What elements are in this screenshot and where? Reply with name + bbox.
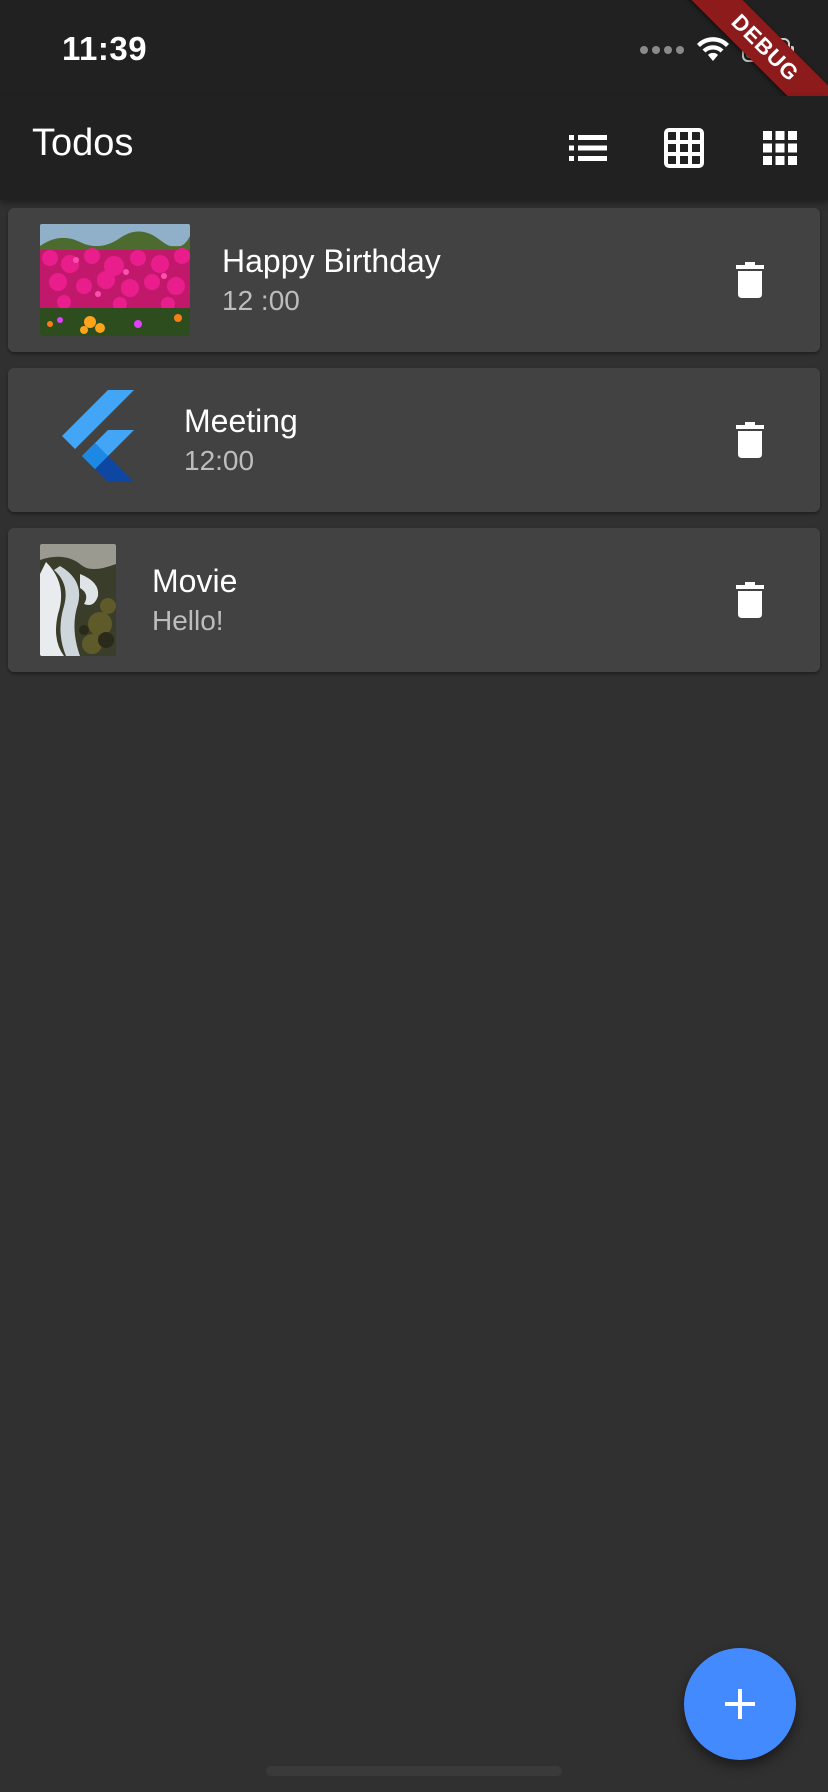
grid-view-button[interactable] — [636, 96, 732, 200]
home-indicator[interactable] — [266, 1766, 562, 1776]
flowers-photo — [40, 224, 190, 336]
todo-text: Movie Hello! — [152, 562, 237, 640]
delete-button[interactable] — [728, 418, 772, 462]
list-view-icon — [569, 135, 607, 161]
waterfall-photo — [40, 544, 116, 656]
delete-button[interactable] — [728, 258, 772, 302]
grid-view-icon — [664, 128, 704, 168]
todo-subtitle: Hello! — [152, 605, 224, 636]
apps-grid-button[interactable] — [732, 96, 828, 200]
todo-subtitle: 12:00 — [184, 445, 255, 476]
todo-subtitle: 12 :00 — [222, 285, 300, 316]
app-bar: Todos — [0, 96, 828, 200]
delete-button[interactable] — [728, 578, 772, 622]
todo-title: Movie — [152, 563, 238, 599]
status-bar: 11:39 — [0, 0, 828, 96]
list-item[interactable]: Movie Hello! — [8, 528, 820, 672]
list-item[interactable]: Meeting 12:00 — [8, 368, 820, 512]
trash-icon — [736, 262, 764, 298]
todo-list: Happy Birthday 12 :00 Meeting 12:00 Movi… — [8, 208, 820, 688]
page-title: Todos — [32, 122, 134, 164]
add-todo-button[interactable] — [684, 1648, 796, 1760]
list-item[interactable]: Happy Birthday 12 :00 — [8, 208, 820, 352]
wifi-icon — [697, 37, 729, 61]
plus-icon — [725, 1689, 755, 1719]
cellular-signal-icon — [640, 46, 684, 54]
app-bar-actions — [540, 96, 828, 200]
apps-grid-icon — [763, 131, 797, 165]
status-time: 11:39 — [62, 30, 148, 67]
flutter-logo — [48, 384, 144, 496]
trash-icon — [736, 422, 764, 458]
todo-text: Meeting 12:00 — [184, 402, 298, 480]
todo-text: Happy Birthday 12 :00 — [222, 242, 441, 320]
todo-title: Happy Birthday — [222, 243, 441, 279]
list-view-button[interactable] — [540, 96, 636, 200]
todo-title: Meeting — [184, 403, 298, 439]
trash-icon — [736, 582, 764, 618]
